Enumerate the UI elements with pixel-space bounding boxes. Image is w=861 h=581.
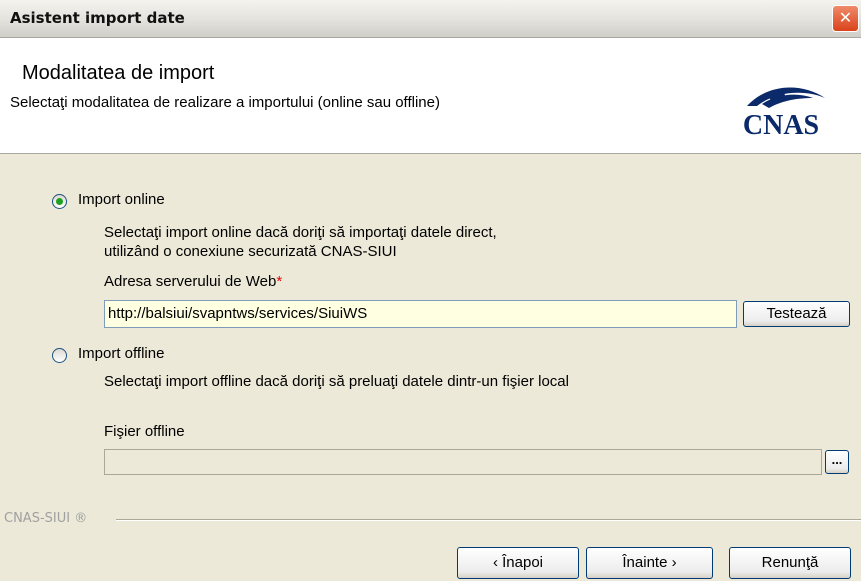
page-subtitle: Selectaţi modalitatea de realizare a imp… — [10, 94, 440, 111]
browse-file-button[interactable]: ... — [825, 450, 849, 474]
import-online-description-1: Selectaţi import online dacă doriţi să i… — [104, 224, 497, 241]
window-title: Asistent import date — [10, 9, 185, 27]
wizard-header: Modalitatea de import Selectaţi modalita… — [0, 38, 861, 154]
footer-brand: CNAS-SIUI ® — [4, 511, 88, 526]
import-offline-label[interactable]: Import offline — [78, 345, 164, 362]
server-address-label: Adresa serverului de Web* — [104, 273, 282, 290]
import-offline-description: Selectaţi import offline dacă doriţi să … — [104, 373, 569, 390]
import-online-description-2: utilizând o conexiune securizată CNAS-SI… — [104, 243, 397, 260]
close-icon: ✕ — [838, 8, 853, 27]
wizard-content: Import online Selectaţi import online da… — [0, 154, 861, 581]
radio-import-offline[interactable] — [52, 348, 67, 363]
title-bar[interactable]: Asistent import date ✕ — [0, 0, 861, 38]
cnas-logo: CNAS — [743, 87, 825, 138]
back-button[interactable]: ‹ Înapoi — [457, 547, 579, 579]
close-button[interactable]: ✕ — [832, 5, 859, 32]
required-marker: * — [276, 273, 283, 290]
server-address-text: Adresa serverului de Web — [104, 273, 277, 290]
logo-text: CNAS — [743, 110, 819, 138]
footer-separator — [116, 519, 861, 521]
import-online-label[interactable]: Import online — [78, 191, 165, 208]
offline-file-input — [104, 449, 822, 475]
offline-file-label: Fişier offline — [104, 423, 185, 440]
radio-import-online[interactable] — [52, 194, 67, 209]
page-title: Modalitatea de import — [22, 62, 215, 84]
server-address-input[interactable]: http://balsiui/svapntws/services/SiuiWS — [104, 300, 737, 328]
next-button[interactable]: Înainte › — [586, 547, 713, 579]
test-connection-button[interactable]: Testează — [743, 301, 850, 327]
cancel-button[interactable]: Renunţă — [729, 547, 851, 579]
